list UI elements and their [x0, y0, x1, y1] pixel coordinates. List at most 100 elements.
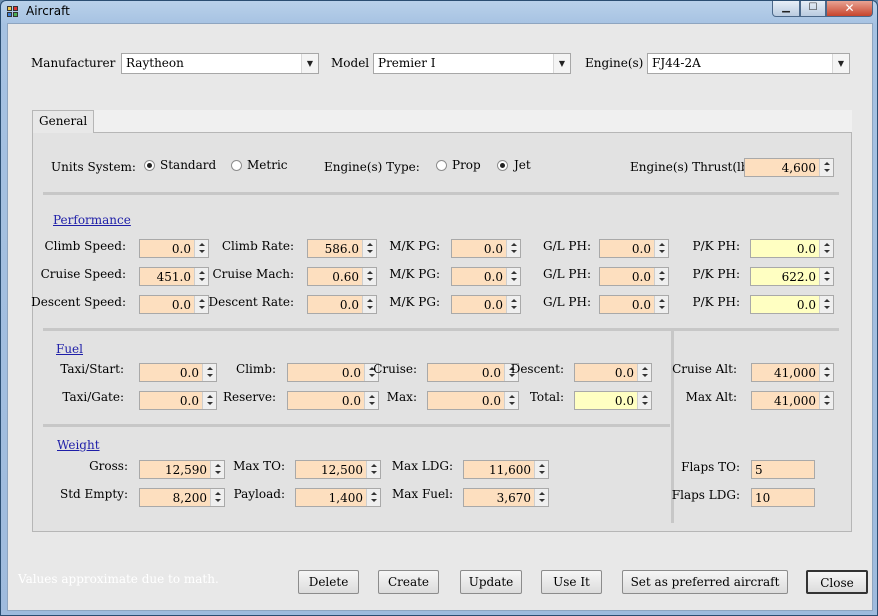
spin-arrows-icon[interactable]: [534, 461, 548, 478]
prop-radio[interactable]: [436, 160, 447, 171]
max-ldg-value: 11,600: [489, 463, 531, 477]
maximize-button[interactable]: ☐: [800, 1, 826, 17]
standard-radio[interactable]: [144, 160, 155, 171]
use-it-button[interactable]: Use It: [541, 570, 602, 594]
mk-pg-stepper[interactable]: 0.0: [451, 267, 521, 286]
spin-arrows-icon[interactable]: [654, 296, 668, 313]
reserve-stepper[interactable]: 0.0: [287, 391, 379, 410]
spin-arrows-icon[interactable]: [819, 159, 833, 176]
title-bar[interactable]: Aircraft ▁ ☐ ✕: [1, 1, 877, 23]
taxi-gate-stepper[interactable]: 0.0: [139, 391, 217, 410]
max-alt-stepper[interactable]: 41,000: [751, 391, 834, 410]
max-fuel-stepper[interactable]: 3,670: [463, 488, 549, 507]
gl-ph-stepper[interactable]: 0.0: [599, 267, 669, 286]
reserve-value: 0.0: [341, 394, 361, 408]
max-ldg-stepper[interactable]: 11,600: [463, 460, 549, 479]
spin-arrows-icon[interactable]: [364, 392, 378, 409]
payload-stepper[interactable]: 1,400: [295, 488, 381, 507]
spin-arrows-icon[interactable]: [819, 268, 833, 285]
gl-ph-value: 0.0: [631, 242, 651, 256]
spin-arrows-icon[interactable]: [506, 240, 520, 257]
climb-speed-stepper[interactable]: 0.0: [139, 239, 209, 258]
spin-arrows-icon[interactable]: [194, 268, 208, 285]
fuel-max-stepper[interactable]: 0.0: [427, 391, 519, 410]
pk-ph-stepper[interactable]: 0.0: [750, 295, 834, 314]
climb-rate-stepper[interactable]: 586.0: [307, 239, 377, 258]
engine-type-label: Engine(s) Type:: [324, 160, 420, 174]
close-window-button[interactable]: ✕: [826, 1, 873, 17]
descent-rate-stepper[interactable]: 0.0: [307, 295, 377, 314]
pk-ph-stepper[interactable]: 622.0: [750, 267, 834, 286]
spin-arrows-icon[interactable]: [194, 296, 208, 313]
spin-arrows-icon[interactable]: [506, 296, 520, 313]
delete-button[interactable]: Delete: [298, 570, 359, 594]
cruise-mach-stepper[interactable]: 0.60: [307, 267, 377, 286]
cruise-speed-stepper[interactable]: 451.0: [139, 267, 209, 286]
spin-arrows-icon[interactable]: [194, 240, 208, 257]
spin-arrows-icon[interactable]: [366, 461, 380, 478]
climb-speed-label: Climb Speed:: [44, 239, 126, 253]
chevron-down-icon[interactable]: ▼: [832, 54, 849, 73]
set-preferred-aircraft-button[interactable]: Set as preferred aircraft: [622, 570, 788, 594]
chevron-down-icon[interactable]: ▼: [553, 54, 570, 73]
cruise-alt-value: 41,000: [774, 366, 816, 380]
spin-arrows-icon[interactable]: [202, 364, 216, 381]
spin-arrows-icon[interactable]: [534, 489, 548, 506]
spin-arrows-icon[interactable]: [362, 240, 376, 257]
spin-arrows-icon[interactable]: [504, 392, 518, 409]
thrust-stepper[interactable]: 4,600: [744, 158, 834, 177]
thrust-value: 4,600: [781, 161, 816, 175]
model-combo[interactable]: Premier I ▼: [373, 53, 571, 74]
spin-arrows-icon[interactable]: [366, 489, 380, 506]
jet-radio[interactable]: [497, 160, 508, 171]
flaps-to-input[interactable]: 5: [751, 460, 815, 479]
update-button[interactable]: Update: [460, 570, 522, 594]
spin-arrows-icon[interactable]: [210, 461, 224, 478]
gross-stepper[interactable]: 12,590: [139, 460, 225, 479]
mk-pg-stepper[interactable]: 0.0: [451, 239, 521, 258]
engines-combo[interactable]: FJ44-2A ▼: [647, 53, 850, 74]
spin-arrows-icon[interactable]: [202, 392, 216, 409]
descent-speed-value: 0.0: [171, 298, 191, 312]
spin-arrows-icon[interactable]: [654, 240, 668, 257]
spin-arrows-icon[interactable]: [210, 489, 224, 506]
fuel-total-stepper[interactable]: 0.0: [574, 391, 652, 410]
max-to-stepper[interactable]: 12,500: [295, 460, 381, 479]
taxi-gate-label: Taxi/Gate:: [62, 390, 124, 404]
close-button[interactable]: Close: [806, 570, 868, 594]
descent-speed-stepper[interactable]: 0.0: [139, 295, 209, 314]
create-button[interactable]: Create: [378, 570, 439, 594]
spin-arrows-icon[interactable]: [819, 296, 833, 313]
spin-arrows-icon[interactable]: [819, 364, 833, 381]
descent-rate-value: 0.0: [339, 298, 359, 312]
pk-ph-stepper[interactable]: 0.0: [750, 239, 834, 258]
cruise-mach-value: 0.60: [332, 270, 359, 284]
fuel-descent-stepper[interactable]: 0.0: [574, 363, 652, 382]
spin-arrows-icon[interactable]: [819, 240, 833, 257]
spin-arrows-icon[interactable]: [654, 268, 668, 285]
flaps-ldg-input[interactable]: 10: [751, 488, 815, 507]
spin-arrows-icon[interactable]: [362, 268, 376, 285]
taxi-start-stepper[interactable]: 0.0: [139, 363, 217, 382]
spin-arrows-icon[interactable]: [637, 364, 651, 381]
jet-label: Jet: [514, 158, 531, 172]
fuel-climb-stepper[interactable]: 0.0: [287, 363, 379, 382]
spin-arrows-icon[interactable]: [506, 268, 520, 285]
std-empty-stepper[interactable]: 8,200: [139, 488, 225, 507]
manufacturer-combo[interactable]: Raytheon ▼: [121, 53, 319, 74]
descent-speed-label: Descent Speed:: [31, 295, 126, 309]
metric-radio[interactable]: [231, 160, 242, 171]
chevron-down-icon[interactable]: ▼: [301, 54, 318, 73]
climb-rate-value: 586.0: [324, 242, 359, 256]
cruise-alt-stepper[interactable]: 41,000: [751, 363, 834, 382]
spin-arrows-icon[interactable]: [637, 392, 651, 409]
tab-general[interactable]: General: [32, 110, 94, 133]
spin-arrows-icon[interactable]: [362, 296, 376, 313]
spin-arrows-icon[interactable]: [819, 392, 833, 409]
mk-pg-stepper[interactable]: 0.0: [451, 295, 521, 314]
minimize-button[interactable]: ▁: [772, 1, 800, 17]
gl-ph-stepper[interactable]: 0.0: [599, 295, 669, 314]
engines-value: FJ44-2A: [652, 56, 701, 70]
gl-ph-stepper[interactable]: 0.0: [599, 239, 669, 258]
fuel-cruise-stepper[interactable]: 0.0: [427, 363, 519, 382]
